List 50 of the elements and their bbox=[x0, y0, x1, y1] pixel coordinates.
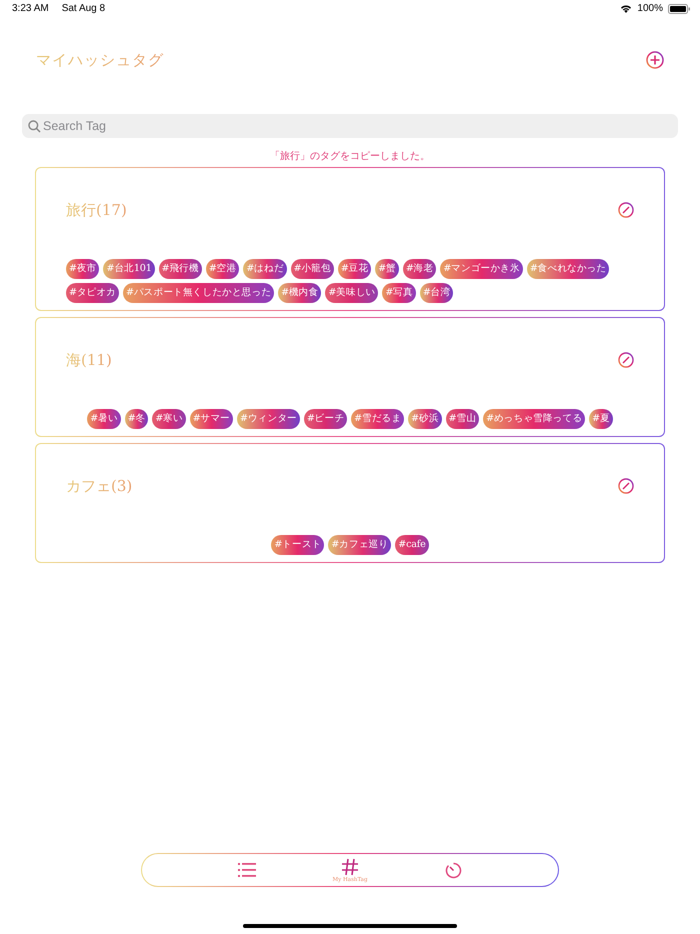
hashtag-chip[interactable]: #ウィンター bbox=[237, 409, 300, 429]
wifi-icon bbox=[620, 4, 632, 13]
hashtag-chip[interactable]: #寒い bbox=[152, 409, 186, 429]
timer-icon bbox=[444, 862, 462, 878]
hashtag-chip[interactable]: #ビーチ bbox=[304, 409, 348, 429]
hashtag-chip[interactable]: #雪だるま bbox=[351, 409, 404, 429]
list-icon bbox=[238, 862, 256, 878]
hashtag-chip[interactable]: #飛行機 bbox=[158, 259, 202, 279]
hashtag-chip[interactable]: #カフェ巡り bbox=[328, 535, 392, 555]
hashtag-chip[interactable]: #タピオカ bbox=[66, 283, 120, 303]
hashtag-chip[interactable]: #夜市 bbox=[66, 259, 100, 279]
hashtag-chip[interactable]: #砂浜 bbox=[408, 409, 442, 429]
edit-icon[interactable] bbox=[618, 478, 634, 494]
hashtag-chip[interactable]: #豆花 bbox=[338, 259, 372, 279]
group-title: カフェ(3) bbox=[66, 476, 132, 496]
hashtag-chip[interactable]: #めっちゃ雪降ってる bbox=[483, 409, 586, 429]
hashtag-chip[interactable]: #冬 bbox=[124, 409, 148, 429]
hashtag-chip[interactable]: #食べれなかった bbox=[526, 259, 610, 279]
hashtag-chip[interactable]: #マンゴーかき氷 bbox=[440, 259, 523, 279]
hashtag-chip[interactable]: #雪山 bbox=[446, 409, 480, 429]
hashtag-chip[interactable]: #空港 bbox=[206, 259, 240, 279]
edit-icon[interactable] bbox=[618, 352, 634, 368]
hashtag-chip[interactable]: #台北101 bbox=[103, 259, 155, 279]
search-icon bbox=[28, 120, 41, 133]
hashtag-chip[interactable]: #パスポート無くしたかと思った bbox=[123, 283, 274, 303]
page-title: マイハッシュタグ bbox=[36, 50, 164, 70]
status-time: 3:23 AM bbox=[12, 3, 49, 14]
search-field[interactable]: Search Tag bbox=[22, 114, 678, 138]
edit-icon[interactable] bbox=[618, 202, 634, 218]
battery-icon bbox=[668, 4, 690, 14]
group-title: 旅行(17) bbox=[66, 200, 127, 220]
status-date: Sat Aug 8 bbox=[62, 3, 106, 14]
hashtag-chip[interactable]: #美味しい bbox=[325, 283, 378, 303]
hashtag-chip[interactable]: #蟹 bbox=[375, 259, 399, 279]
battery-percent: 100% bbox=[637, 3, 663, 14]
hashtag-chip[interactable]: #cafe bbox=[395, 535, 429, 555]
hashtag-chip[interactable]: #機内食 bbox=[278, 283, 322, 303]
hashtag-chip[interactable]: #海老 bbox=[402, 259, 436, 279]
hashtag-chip[interactable]: #写真 bbox=[382, 283, 416, 303]
hashtag-icon bbox=[341, 858, 359, 876]
hashtag-chip[interactable]: #はねだ bbox=[243, 259, 287, 279]
hashtag-chip[interactable]: #小籠包 bbox=[290, 259, 334, 279]
group-title: 海(11) bbox=[66, 350, 112, 370]
hashtag-chip[interactable]: #台湾 bbox=[420, 283, 454, 303]
hashtag-chip[interactable]: #トースト bbox=[271, 535, 324, 555]
add-icon[interactable] bbox=[646, 51, 664, 69]
copy-message: 「旅行」のタグをコピーしました。 bbox=[269, 150, 431, 164]
hashtag-chip[interactable]: #サマー bbox=[190, 409, 234, 429]
hashtag-chip[interactable]: #暑い bbox=[87, 409, 121, 429]
hashtag-chip[interactable]: #夏 bbox=[589, 409, 613, 429]
